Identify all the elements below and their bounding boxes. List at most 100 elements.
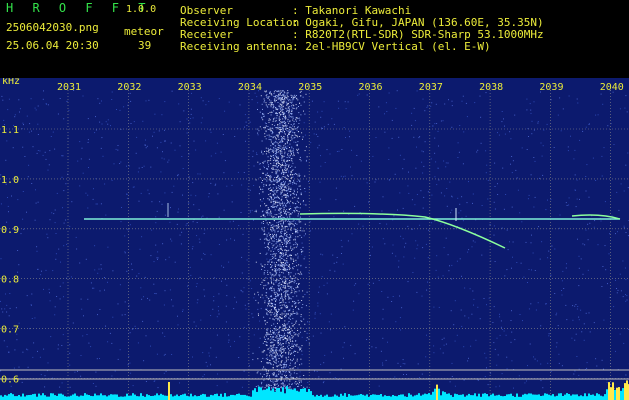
level-bar — [466, 395, 468, 400]
level-bar — [482, 393, 484, 400]
level-bar — [264, 389, 266, 400]
level-bar — [354, 395, 356, 400]
time-tick-label: 2033 — [178, 82, 202, 93]
level-bar — [94, 393, 96, 400]
level-bar — [112, 394, 114, 400]
level-bar — [610, 387, 612, 400]
level-bar — [582, 396, 584, 400]
level-bar — [182, 394, 184, 400]
level-bar — [302, 388, 304, 400]
level-bar — [178, 396, 180, 400]
level-bar — [102, 395, 104, 400]
level-bar — [242, 394, 244, 400]
level-bar — [134, 394, 136, 400]
level-bar — [194, 395, 196, 400]
level-bar — [130, 395, 132, 400]
level-bar — [602, 396, 604, 400]
level-bar — [536, 394, 538, 400]
level-bar — [106, 396, 108, 400]
level-bar — [488, 396, 490, 400]
level-bar — [132, 393, 134, 400]
level-bar — [494, 395, 496, 400]
level-bar — [76, 395, 78, 400]
level-bar — [496, 395, 498, 400]
level-bar — [284, 393, 286, 400]
freq-unit-label: kHz — [2, 78, 20, 87]
level-bar — [442, 391, 444, 400]
level-bar — [256, 391, 258, 400]
level-bar — [350, 395, 352, 400]
level-bar — [214, 394, 216, 400]
level-bar — [584, 393, 586, 400]
level-bar — [618, 387, 620, 400]
level-bar — [290, 389, 292, 400]
level-bar — [424, 393, 426, 400]
time-tick-label: 2038 — [479, 82, 503, 93]
level-bar — [172, 396, 174, 400]
level-bar — [232, 394, 234, 400]
level-bar — [18, 395, 20, 400]
level-bar — [104, 395, 106, 400]
level-bar — [216, 393, 218, 400]
level-bar — [292, 389, 294, 400]
level-bar — [306, 391, 308, 400]
level-bar — [188, 396, 190, 400]
level-bar — [380, 394, 382, 400]
level-bar — [604, 394, 606, 400]
level-bar — [552, 394, 554, 400]
level-bar — [30, 394, 32, 400]
level-bar — [236, 394, 238, 400]
level-bar — [416, 394, 418, 400]
level-bar — [508, 394, 510, 400]
level-bar — [568, 394, 570, 400]
level-bar — [34, 393, 36, 400]
level-bar — [224, 393, 226, 400]
level-bar — [562, 396, 564, 400]
level-bar — [90, 395, 92, 400]
level-bar — [308, 389, 310, 400]
level-bar — [128, 395, 130, 400]
level-bar — [444, 392, 446, 400]
level-bar — [516, 393, 518, 400]
level-bar — [60, 393, 62, 400]
level-bar — [404, 396, 406, 400]
level-bar — [218, 396, 220, 400]
level-bar — [578, 396, 580, 400]
level-bar — [574, 394, 576, 400]
level-bar — [254, 388, 256, 400]
level-bar — [138, 396, 140, 400]
level-bar — [556, 395, 558, 400]
level-bar — [522, 394, 524, 400]
level-bar — [550, 395, 552, 400]
level-bar — [230, 394, 232, 400]
level-bar — [278, 388, 280, 400]
level-bar — [590, 394, 592, 400]
level-bar — [460, 394, 462, 400]
level-bar — [472, 395, 474, 400]
level-bar — [152, 395, 154, 400]
level-bar — [624, 383, 626, 400]
level-bar — [228, 396, 230, 400]
level-bar — [386, 396, 388, 400]
level-bar — [158, 395, 160, 400]
level-bar — [428, 393, 430, 400]
level-bar — [476, 396, 478, 400]
level-bar — [500, 395, 502, 400]
time-tick-label: 2031 — [57, 82, 81, 93]
level-bar — [92, 396, 94, 400]
level-bar — [510, 393, 512, 400]
level-bar — [148, 395, 150, 400]
level-bar — [622, 388, 624, 400]
level-bar — [64, 396, 66, 400]
level-bar — [332, 396, 334, 400]
freq-tick-label: 1.1 — [1, 125, 19, 136]
level-bar — [554, 396, 556, 400]
level-bar — [394, 395, 396, 400]
time-tick-label: 2034 — [238, 82, 262, 93]
level-bar — [334, 394, 336, 400]
level-bar — [456, 394, 458, 400]
level-bar — [110, 394, 112, 400]
level-bar — [286, 386, 288, 400]
level-bar — [220, 393, 222, 400]
level-bar — [434, 388, 436, 400]
